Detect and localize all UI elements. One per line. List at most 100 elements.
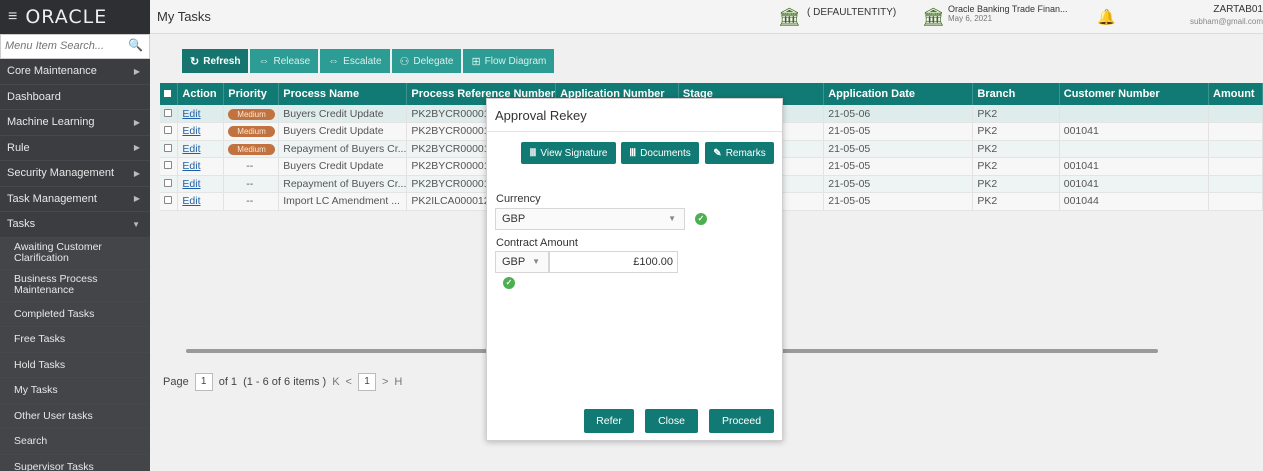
sidebar-item-rule[interactable]: Rule ▶ (0, 136, 150, 161)
current-page[interactable]: 1 (357, 373, 376, 391)
flow-diagram-button[interactable]: ⊞ Flow Diagram (463, 49, 555, 73)
col-customer-number[interactable]: Customer Number (1059, 83, 1210, 105)
sidebar-subitem-supervisor-tasks[interactable]: Supervisor Tasks (0, 454, 150, 471)
row-checkbox[interactable] (160, 122, 179, 141)
edit-link[interactable]: Edit (182, 160, 200, 172)
user-menu[interactable]: ZARTAB01 subham@gmail.com (1180, 4, 1263, 28)
edit-link[interactable]: Edit (182, 125, 200, 137)
priority-badge: Medium (228, 126, 275, 138)
edit-link[interactable]: Edit (182, 195, 200, 207)
process-name-cell: Buyers Credit Update (278, 157, 408, 176)
search-icon[interactable]: 🔍 (128, 38, 143, 52)
customer-number-cell: 001044 (1059, 192, 1210, 211)
amount-cell (1208, 122, 1263, 141)
row-checkbox[interactable] (160, 157, 179, 176)
customer-number-cell: 001041 (1059, 157, 1210, 176)
edit-link[interactable]: Edit (182, 108, 200, 120)
amount-currency-value: GBP (502, 256, 526, 268)
select-all-checkbox[interactable] (160, 83, 179, 105)
col-branch[interactable]: Branch (972, 83, 1060, 105)
user-name: ZARTAB01 (1213, 4, 1263, 15)
sidebar-item-tasks[interactable]: Tasks ▼ (0, 212, 150, 238)
chevron-right-icon: ▶ (133, 117, 140, 127)
page-input[interactable]: 1 (194, 373, 213, 391)
contract-amount-label: Contract Amount (496, 237, 578, 249)
documents-button[interactable]: Ⅲ Documents (621, 142, 699, 164)
approval-rekey-dialog: Approval Rekey Ⅲ View Signature Ⅲ Document… (486, 98, 783, 441)
sidebar-item-security-management[interactable]: Security Management ▶ (0, 161, 150, 187)
first-page-icon[interactable]: K (332, 376, 339, 388)
prev-page-icon[interactable]: < (346, 376, 352, 388)
escalate-button[interactable]: ⇔ Escalate (320, 49, 390, 73)
amount-cell (1208, 157, 1263, 176)
documents-icon: Ⅲ (629, 147, 637, 159)
currency-select[interactable]: GBP ▼ (495, 208, 685, 230)
priority-cell: -- (223, 175, 280, 193)
chevron-down-icon: ▼ (532, 257, 540, 266)
chevron-down-icon: ▼ (132, 219, 140, 229)
col-amount[interactable]: Amount (1208, 83, 1263, 105)
col-action[interactable]: Action (177, 83, 225, 105)
delegate-button[interactable]: ⚇ Delegate (391, 49, 462, 73)
brand: ≡ ORACLE (0, 0, 150, 34)
row-checkbox[interactable] (160, 192, 179, 211)
branch-cell: PK2 (972, 105, 1060, 123)
sidebar-item-machine-learning[interactable]: Machine Learning ▶ (0, 110, 150, 136)
task-toolbar: ↻ Refresh ⇔ Release ⇔ Escalate ⚇ Delegate ⊞ F… (182, 49, 558, 73)
sidebar-subitem-completed-tasks[interactable]: Completed Tasks (0, 301, 150, 327)
amount-currency-select[interactable]: GBP ▼ (495, 251, 549, 273)
priority-badge: Medium (228, 143, 275, 155)
chevron-right-icon: ▶ (133, 143, 140, 153)
currency-label: Currency (496, 193, 541, 205)
next-page-icon[interactable]: > (382, 376, 388, 388)
customer-number-cell (1059, 105, 1210, 123)
last-page-icon[interactable]: H (394, 376, 402, 388)
view-signature-button[interactable]: Ⅲ View Signature (521, 142, 616, 164)
col-priority[interactable]: Priority (223, 83, 280, 105)
menu-search-input[interactable] (1, 35, 121, 57)
sidebar-subitem-other-user-tasks[interactable]: Other User tasks (0, 403, 150, 429)
page-label: Page (163, 376, 189, 388)
col-application-date[interactable]: Application Date (823, 83, 974, 105)
entity-label[interactable]: ( DEFAULTENTITY) (807, 7, 896, 18)
remarks-button[interactable]: ✎ Remarks (705, 142, 774, 164)
edit-link[interactable]: Edit (182, 178, 200, 190)
process-name-cell: Buyers Credit Update (278, 105, 408, 123)
sidebar-subitem-hold-tasks[interactable]: Hold Tasks (0, 352, 150, 378)
customer-number-cell (1059, 140, 1210, 158)
edit-link[interactable]: Edit (182, 143, 200, 155)
process-name-cell: Import LC Amendment ... (278, 192, 408, 211)
row-checkbox[interactable] (160, 175, 179, 193)
sidebar-subitem-free-tasks[interactable]: Free Tasks (0, 327, 150, 353)
menu-search: 🔍 (0, 34, 150, 59)
sidebar-item-task-management[interactable]: Task Management ▶ (0, 187, 150, 212)
row-checkbox[interactable] (160, 105, 179, 123)
release-button[interactable]: ⇔ Release (250, 49, 319, 73)
signature-icon: Ⅲ (529, 147, 537, 159)
sidebar-subitem-awaiting-clarification[interactable]: Awaiting Customer Clarification (0, 237, 150, 270)
app-name-label: Oracle Banking Trade Finan... (948, 4, 1068, 14)
row-checkbox[interactable] (160, 140, 179, 158)
currency-value: GBP (502, 213, 526, 225)
app-name[interactable]: Oracle Banking Trade Finan... May 6, 202… (948, 4, 1068, 24)
sidebar-subitem-business-process[interactable]: Business Process Maintenance (0, 269, 150, 302)
refer-button[interactable]: Refer (584, 409, 634, 433)
delegate-icon: ⚇ (399, 55, 410, 68)
branch-cell: PK2 (972, 140, 1060, 158)
amount-cell (1208, 175, 1263, 193)
sidebar-subitem-my-tasks[interactable]: My Tasks (0, 378, 150, 404)
bank-icon: 🏛 (922, 7, 945, 27)
bell-icon[interactable]: 🔔 (1097, 8, 1116, 26)
proceed-button[interactable]: Proceed (709, 409, 774, 433)
sidebar-item-dashboard[interactable]: Dashboard (0, 85, 150, 110)
col-process-name[interactable]: Process Name (278, 83, 408, 105)
menu-icon[interactable]: ≡ (8, 8, 17, 26)
refresh-button[interactable]: ↻ Refresh (182, 49, 249, 73)
customer-number-cell: 001041 (1059, 175, 1210, 193)
application-date-cell: 21-05-05 (823, 140, 974, 158)
refresh-icon: ↻ (190, 55, 200, 68)
close-button[interactable]: Close (645, 409, 698, 433)
sidebar-subitem-search[interactable]: Search (0, 429, 150, 455)
contract-amount-input[interactable]: £100.00 (549, 251, 678, 273)
sidebar-item-core-maintenance[interactable]: Core Maintenance ▶ (0, 59, 150, 85)
